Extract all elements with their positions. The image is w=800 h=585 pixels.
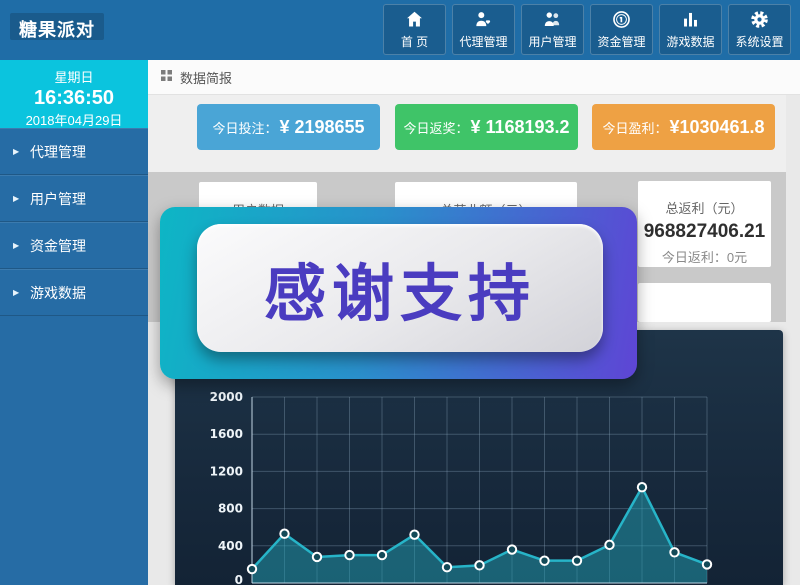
nav-item-gamedata[interactable]: 游戏数据 bbox=[659, 4, 722, 55]
card-title: 总返利（元） bbox=[638, 198, 771, 217]
nav-item-label: 系统设置 bbox=[735, 33, 783, 50]
chevron-right-icon: ▶ bbox=[13, 129, 19, 175]
agent-icon bbox=[473, 9, 494, 30]
nav-item-settings[interactable]: 系统设置 bbox=[728, 4, 791, 55]
thanks-overlay-badge: 感谢支持 bbox=[160, 207, 637, 379]
stat-label: 今日盈利： bbox=[602, 118, 667, 137]
stat-card-payout-today: 今日返奖： ¥ 1168193.2 bbox=[395, 104, 578, 150]
home-icon bbox=[404, 9, 425, 30]
breadcrumb: 数据简报 bbox=[148, 60, 800, 95]
chevron-right-icon: ▶ bbox=[13, 223, 19, 269]
stat-value: ¥1030461.8 bbox=[669, 117, 764, 138]
chevron-right-icon: ▶ bbox=[13, 270, 19, 316]
stat-label: 今日返奖： bbox=[403, 118, 468, 137]
card-value: 968827406.21 bbox=[638, 221, 771, 243]
brand-logo: 糖果派对 bbox=[10, 13, 104, 40]
nav-item-label: 游戏数据 bbox=[666, 33, 714, 50]
sidebar-item-agents[interactable]: ▶ 代理管理 bbox=[0, 128, 148, 175]
sidebar-item-users[interactable]: ▶ 用户管理 bbox=[0, 175, 148, 222]
sidebar-item-label: 资金管理 bbox=[30, 238, 86, 254]
top-navbar: 糖果派对 首 页 代理管理 用户管理 资金管理 游戏数据 bbox=[0, 0, 800, 60]
bars-icon bbox=[680, 9, 701, 30]
nav-item-label: 首 页 bbox=[401, 33, 428, 50]
page-title: 数据简报 bbox=[180, 68, 232, 87]
info-card-partial bbox=[638, 283, 771, 322]
chevron-right-icon: ▶ bbox=[13, 176, 19, 222]
dashboard-screen: 糖果派对 首 页 代理管理 用户管理 资金管理 游戏数据 bbox=[0, 0, 800, 585]
thanks-text: 感谢支持 bbox=[264, 243, 536, 333]
clock-time: 16:36:50 bbox=[0, 86, 148, 110]
svg-text:0: 0 bbox=[235, 573, 243, 585]
thanks-plate: 感谢支持 bbox=[197, 224, 603, 352]
stat-value: ¥ 2198655 bbox=[279, 117, 364, 138]
nav-item-label: 用户管理 bbox=[528, 33, 576, 50]
sidebar-item-label: 用户管理 bbox=[30, 191, 86, 207]
card-subtext: 今日返利：0元 bbox=[638, 247, 771, 266]
nav-menu: 首 页 代理管理 用户管理 资金管理 游戏数据 系统设置 bbox=[383, 4, 791, 55]
sidebar-item-funds[interactable]: ▶ 资金管理 bbox=[0, 222, 148, 269]
stat-card-bets-today: 今日投注： ¥ 2198655 bbox=[197, 104, 380, 150]
svg-text:400: 400 bbox=[218, 539, 243, 553]
grid-icon bbox=[161, 68, 180, 86]
nav-item-agents[interactable]: 代理管理 bbox=[452, 4, 515, 55]
sidebar-clock: 星期日 16:36:50 2018年04月29日 bbox=[0, 60, 148, 128]
users-icon bbox=[542, 9, 563, 30]
clock-weekday: 星期日 bbox=[0, 67, 148, 86]
stat-card-profit-today: 今日盈利： ¥1030461.8 bbox=[592, 104, 775, 150]
nav-item-label: 代理管理 bbox=[459, 33, 507, 50]
sidebar-item-label: 代理管理 bbox=[30, 144, 86, 160]
info-card-total-rebate: 总返利（元） 968827406.21 今日返利：0元 bbox=[638, 181, 771, 267]
svg-text:1200: 1200 bbox=[210, 464, 243, 478]
sidebar-item-label: 游戏数据 bbox=[30, 285, 86, 301]
nav-item-label: 资金管理 bbox=[597, 33, 645, 50]
sidebar-item-gamedata[interactable]: ▶ 游戏数据 bbox=[0, 269, 148, 316]
nav-item-home[interactable]: 首 页 bbox=[383, 4, 446, 55]
svg-text:800: 800 bbox=[218, 502, 243, 516]
funds-icon bbox=[611, 9, 632, 30]
sidebar: 星期日 16:36:50 2018年04月29日 ▶ 代理管理 ▶ 用户管理 ▶… bbox=[0, 60, 148, 585]
stat-value: ¥ 1168193.2 bbox=[470, 117, 569, 138]
svg-text:1600: 1600 bbox=[210, 427, 243, 441]
gear-icon bbox=[749, 9, 770, 30]
nav-item-funds[interactable]: 资金管理 bbox=[590, 4, 653, 55]
stat-label: 今日投注： bbox=[212, 118, 277, 137]
svg-text:2000: 2000 bbox=[210, 390, 243, 404]
nav-item-users[interactable]: 用户管理 bbox=[521, 4, 584, 55]
clock-date: 2018年04月29日 bbox=[0, 110, 148, 129]
